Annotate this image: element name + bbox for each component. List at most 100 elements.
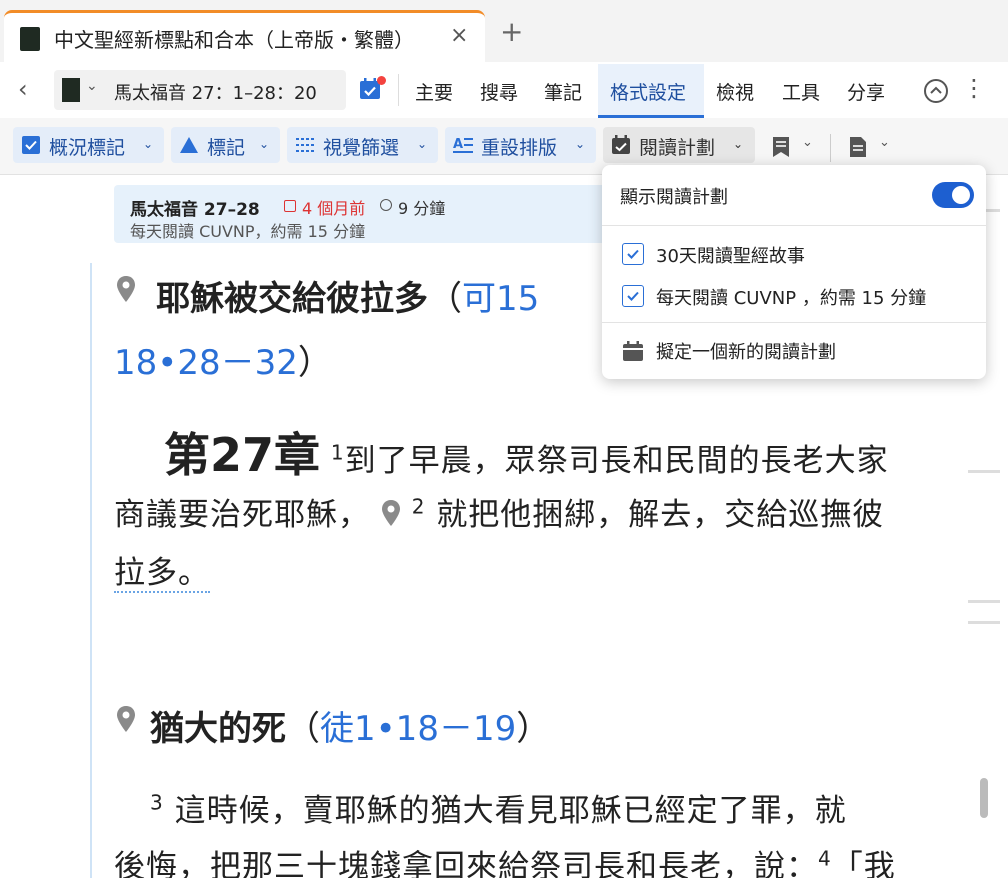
back-icon[interactable]: ‹ (18, 75, 28, 103)
main-toolbar: ‹ ⌄ 馬太福音 27：1–28：20 主要 搜尋 筆記 格式設定 檢視 工具 … (0, 62, 1008, 118)
markup-button[interactable]: 標記 ⌄ (171, 127, 280, 163)
cross-reference-link[interactable]: 18•28－32 (114, 343, 298, 383)
reading-plan-button[interactable]: 閱讀計劃 ⌄ (603, 127, 755, 163)
reading-plan-subtitle: 每天閱讀 CUVNP，約需 15 分鐘 (130, 222, 366, 241)
plan-checkbox-2[interactable] (622, 285, 644, 307)
chevron-down-icon: ⌄ (575, 137, 586, 151)
clock-icon (380, 199, 392, 211)
calendar-icon (612, 135, 630, 154)
reset-layout-label: 重設排版 (481, 137, 558, 159)
book-icon (62, 78, 80, 102)
pin-icon[interactable] (381, 499, 401, 527)
plan-item-1[interactable]: 30天閱讀聖經故事 (656, 242, 805, 268)
verse-line: 3 這時候，賣耶穌的猶大看見耶穌已經定了罪，就 (150, 785, 847, 830)
close-icon[interactable]: × (450, 23, 468, 48)
pin-icon[interactable] (116, 705, 136, 733)
markup-label: 標記 (207, 137, 246, 159)
verse-number[interactable]: 3 (150, 791, 164, 815)
verse-line: 後悔，把那三十塊錢拿回來給祭司長和長老，說：4「我 (114, 841, 896, 878)
calendar-icon (284, 200, 296, 212)
triangle-icon (180, 137, 198, 153)
cross-reference-link[interactable]: 可15 (462, 279, 539, 319)
verse-number[interactable]: 1 (331, 441, 345, 465)
section-heading-2: 猶大的死（徒1•18－19） (150, 701, 550, 750)
bookmark-list-icon[interactable] (771, 136, 791, 158)
chevron-down-icon[interactable]: ⌄ (879, 135, 899, 157)
passage-rule (90, 263, 92, 878)
chapter-number: 第27章 (164, 428, 321, 482)
plan-checkbox-1[interactable] (622, 243, 644, 265)
reading-plan-duration: 9 分鐘 (398, 199, 446, 218)
text-format-icon: A (453, 137, 473, 153)
checkbox-icon (22, 136, 40, 154)
reading-plan-card-title: 馬太福音 27–28 (130, 200, 260, 220)
check-icon (627, 291, 639, 301)
more-icon[interactable]: ⋮ (962, 76, 986, 100)
reading-plan-card[interactable]: 馬太福音 27–28 4 個月前 9 分鐘 每天閱讀 CUVNP，約需 15 分… (114, 185, 614, 243)
toggle-knob (952, 186, 970, 204)
tab-title: 中文聖經新標點和合本（上帝版・繁體） (54, 28, 414, 52)
chevron-up-icon[interactable] (924, 79, 948, 103)
tab-search[interactable]: 搜尋 (480, 78, 518, 105)
document-icon[interactable] (848, 136, 868, 158)
book-icon (20, 27, 40, 51)
reference-text: 馬太福音 27：1–28：20 (114, 83, 317, 104)
verse-text: 「我 (831, 849, 896, 878)
new-plan-item[interactable]: 擬定一個新的閱讀計劃 (656, 338, 836, 364)
scrollbar-thumb[interactable] (980, 778, 988, 818)
verse-text: 後悔，把那三十塊錢拿回來給祭司長和長老，說： (114, 849, 818, 878)
verse-number[interactable]: 2 (412, 495, 426, 519)
scroll-marker (968, 621, 1000, 624)
divider (398, 74, 399, 106)
close-paren: ） (297, 343, 332, 383)
close-paren: ） (516, 709, 551, 749)
tab-format[interactable]: 格式設定 (610, 78, 686, 105)
overview-markup-button[interactable]: 概況標記 ⌄ (13, 127, 164, 163)
verse-text: 這時候，賣耶穌的猶大看見耶穌已經定了罪，就 (174, 793, 847, 829)
menu-divider (602, 225, 986, 226)
section-heading-2-text: 猶大的死 (150, 709, 286, 749)
verse-line: 商議要治死耶穌， 2 就把他捆綁，解去，交給巡撫彼 (114, 489, 884, 534)
svg-text:A: A (453, 137, 463, 152)
divider (830, 134, 831, 162)
plan-item-2[interactable]: 每天閱讀 CUVNP ，約需 15 分鐘 (656, 284, 926, 310)
chevron-down-icon: ⌄ (86, 78, 98, 94)
verse-text: 拉多。 (114, 555, 210, 593)
chevron-down-icon: ⌄ (733, 137, 744, 151)
show-plan-label: 顯示閱讀計劃 (620, 187, 728, 208)
verse-text: 商議要治死耶穌， (114, 497, 370, 533)
scroll-marker (968, 470, 1000, 473)
verse-line: 第27章 1到了早晨，眾祭司長和民間的長老大家 (164, 419, 889, 485)
tab-view[interactable]: 檢視 (716, 78, 754, 105)
reset-layout-button[interactable]: A 重設排版 ⌄ (445, 127, 596, 163)
plus-icon[interactable]: + (500, 18, 523, 46)
calendar-icon (623, 341, 643, 361)
reading-plan-menu: 顯示閱讀計劃 30天閱讀聖經故事 每天閱讀 CUVNP ，約需 15 分鐘 擬定… (602, 165, 986, 379)
open-paren: （ (428, 279, 462, 319)
tab-main[interactable]: 主要 (415, 78, 453, 105)
chevron-down-icon[interactable]: ⌄ (802, 135, 822, 157)
show-plan-toggle[interactable] (932, 182, 974, 208)
chevron-down-icon: ⌄ (143, 137, 154, 151)
tab-share[interactable]: 分享 (847, 78, 885, 105)
visual-filter-button[interactable]: 視覺篩選 ⌄ (287, 127, 438, 163)
visual-filter-label: 視覺篩選 (323, 137, 400, 159)
cross-reference-link[interactable]: 徒1•18－19 (320, 709, 516, 749)
notification-dot (377, 76, 386, 85)
verse-text: 到了早晨，眾祭司長和民間的長老大家 (344, 443, 889, 479)
tab-notes[interactable]: 筆記 (544, 78, 582, 105)
filter-list-icon (296, 138, 314, 152)
check-icon (627, 249, 639, 259)
reading-plan-age: 4 個月前 (302, 199, 366, 218)
verse-number[interactable]: 4 (818, 847, 832, 871)
verse-text: 就把他捆綁，解去，交給巡撫彼 (436, 497, 885, 533)
open-paren: （ (286, 709, 320, 749)
document-tab[interactable]: 中文聖經新標點和合本（上帝版・繁體） × (4, 10, 485, 62)
overview-markup-label: 概況標記 (49, 137, 126, 159)
tab-tools[interactable]: 工具 (782, 78, 820, 105)
reference-selector[interactable]: ⌄ 馬太福音 27：1–28：20 (54, 70, 346, 110)
verse-line: 拉多。 (114, 547, 210, 593)
reading-plan-label: 閱讀計劃 (639, 137, 716, 159)
pin-icon[interactable] (116, 275, 136, 303)
menu-divider (602, 322, 986, 323)
